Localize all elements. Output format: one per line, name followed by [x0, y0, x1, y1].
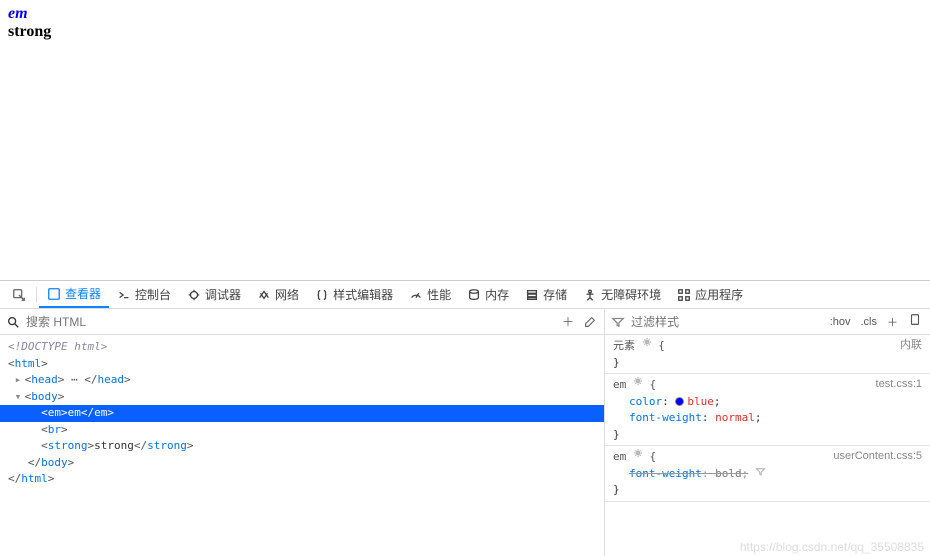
cls-button[interactable]: .cls [859, 316, 880, 328]
gear-icon[interactable] [633, 448, 643, 458]
db-icon [467, 288, 481, 302]
gauge-icon [409, 288, 423, 302]
tab-label: 查看器 [65, 285, 101, 302]
styles-filter-row: :hov .cls ＋ [605, 309, 930, 335]
prop-value[interactable]: normal [715, 411, 755, 424]
add-node-button[interactable]: ＋ [560, 314, 576, 330]
panels: ＋ <!DOCTYPE html> <html> ▸<head> ⋯ </hea… [0, 309, 930, 556]
a11y-icon [583, 288, 597, 302]
styles-filter-input[interactable] [631, 315, 822, 329]
dom-search-input[interactable] [26, 315, 554, 329]
dom-body-close[interactable]: </body> [0, 455, 604, 472]
dom-tree[interactable]: <!DOCTYPE html> <html> ▸<head> ⋯ </head>… [0, 335, 604, 556]
light-mode-button[interactable] [906, 313, 924, 330]
viewport: em strong [0, 0, 930, 280]
network-icon [257, 288, 271, 302]
rule-selector: 元素 [613, 339, 635, 352]
box-icon [47, 287, 61, 301]
gear-icon[interactable] [633, 376, 643, 386]
dom-head[interactable]: ▸<head> ⋯ </head> [0, 372, 604, 389]
rule-selector: em [613, 450, 626, 463]
dom-html-close[interactable]: </html> [0, 471, 604, 488]
tab-storage[interactable]: 存储 [517, 281, 575, 308]
separator [36, 287, 37, 303]
rule-inline[interactable]: 元素 { } 内联 [605, 335, 930, 374]
tab-applications[interactable]: 应用程序 [669, 281, 751, 308]
prop-value[interactable]: bold [715, 467, 742, 480]
rule-source[interactable]: 内联 [900, 337, 922, 354]
prop-name[interactable]: font-weight [629, 411, 702, 424]
rule-source[interactable]: test.css:1 [876, 376, 922, 393]
dom-strong-element[interactable]: <strong>strong</strong> [0, 438, 604, 455]
devtools-toolbar: 查看器 控制台 调试器 网络 样式编辑器 性能 内存 存储 [0, 281, 930, 309]
color-swatch-icon[interactable] [675, 397, 684, 406]
tab-accessibility[interactable]: 无障碍环境 [575, 281, 669, 308]
tab-performance[interactable]: 性能 [401, 281, 459, 308]
tab-style-editor[interactable]: 样式编辑器 [307, 281, 401, 308]
tab-label: 网络 [275, 286, 299, 303]
dom-doctype[interactable]: <!DOCTYPE html> [0, 339, 604, 356]
dom-search-row: ＋ [0, 309, 604, 335]
search-icon [6, 315, 20, 329]
dom-body-open[interactable]: ▾<body> [0, 389, 604, 406]
tab-inspector[interactable]: 查看器 [39, 281, 109, 308]
rules-list: 元素 { } 内联 em { color: blue; font-weight:… [605, 335, 930, 556]
storage-icon [525, 288, 539, 302]
hov-button[interactable]: :hov [828, 316, 853, 328]
tab-label: 性能 [427, 286, 451, 303]
rule-selector: em [613, 378, 626, 391]
filter-icon [611, 315, 625, 329]
dom-panel: ＋ <!DOCTYPE html> <html> ▸<head> ⋯ </hea… [0, 309, 605, 556]
prop-name[interactable]: color [629, 395, 662, 408]
tab-debugger[interactable]: 调试器 [179, 281, 249, 308]
tab-label: 控制台 [135, 286, 171, 303]
dom-html-open[interactable]: <html> [0, 356, 604, 373]
tab-console[interactable]: 控制台 [109, 281, 179, 308]
picker-icon [12, 288, 26, 302]
page-strong-text: strong [8, 23, 51, 40]
eyedropper-button[interactable] [582, 314, 598, 330]
element-picker-button[interactable] [4, 281, 34, 308]
page-em-text: em [8, 5, 28, 22]
tab-label: 应用程序 [695, 286, 743, 303]
tab-label: 样式编辑器 [333, 286, 393, 303]
tab-label: 无障碍环境 [601, 286, 661, 303]
rule-testcss[interactable]: em { color: blue; font-weight: normal; }… [605, 374, 930, 446]
devtools: 查看器 控制台 调试器 网络 样式编辑器 性能 内存 存储 [0, 280, 930, 556]
apps-icon [677, 288, 691, 302]
add-rule-button[interactable]: ＋ [885, 314, 900, 330]
bug-icon [187, 288, 201, 302]
rule-source[interactable]: userContent.css:5 [833, 448, 922, 465]
tab-label: 存储 [543, 286, 567, 303]
gear-icon[interactable] [642, 337, 652, 347]
tab-memory[interactable]: 内存 [459, 281, 517, 308]
prop-name[interactable]: font-weight [629, 467, 702, 480]
dom-br-element[interactable]: <br> [0, 422, 604, 439]
filter-icon[interactable] [755, 467, 766, 480]
tab-label: 内存 [485, 286, 509, 303]
styles-panel: :hov .cls ＋ 元素 { } 内联 em { color: blue; … [605, 309, 930, 556]
console-icon [117, 288, 131, 302]
tab-network[interactable]: 网络 [249, 281, 307, 308]
tab-label: 调试器 [205, 286, 241, 303]
rule-usercontent[interactable]: em { font-weight: bold; } userContent.cs… [605, 446, 930, 502]
braces-icon [315, 288, 329, 302]
dom-em-element[interactable]: <em>em</em> [0, 405, 604, 422]
prop-value[interactable]: blue [687, 395, 714, 408]
